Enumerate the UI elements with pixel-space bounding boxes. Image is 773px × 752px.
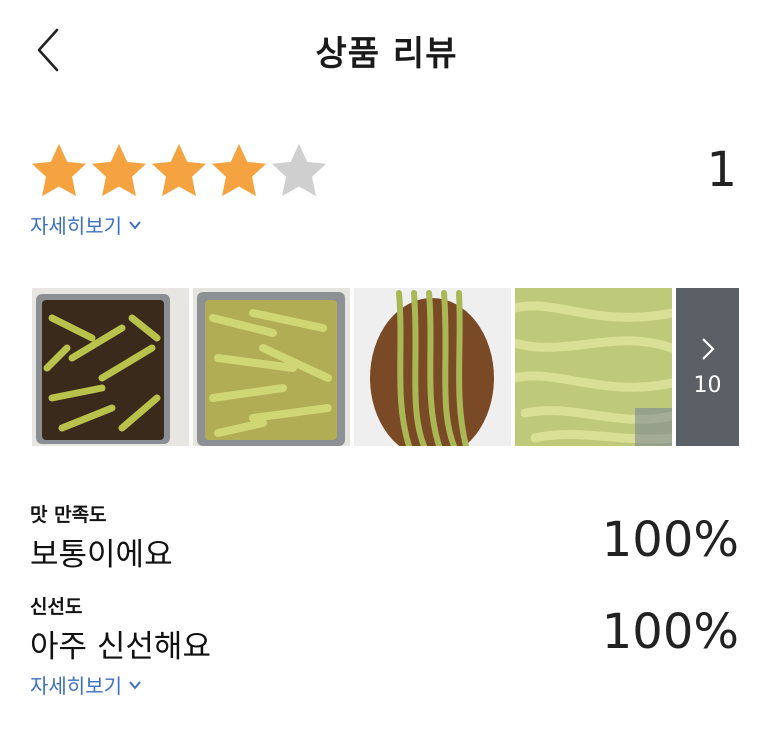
- detail-link-rating[interactable]: 자세히보기: [30, 210, 142, 239]
- more-photos-button[interactable]: 10: [676, 288, 739, 446]
- metric-percent: 100%: [601, 604, 739, 660]
- review-photo[interactable]: [193, 288, 350, 446]
- metric-freshness: 신선도 아주 신선해요 100%: [30, 592, 743, 666]
- chevron-down-icon: [129, 220, 141, 230]
- chevron-right-icon: [701, 337, 715, 360]
- chevron-down-icon: [129, 680, 141, 690]
- app-header: 상품 리뷰: [0, 0, 773, 100]
- star-filled-icon: [151, 143, 207, 197]
- page-title: 상품 리뷰: [315, 34, 458, 74]
- metric-percent: 100%: [601, 512, 739, 568]
- star-filled-icon: [211, 143, 267, 197]
- review-photo[interactable]: [32, 288, 189, 446]
- detail-link-label: 자세히보기: [30, 214, 122, 238]
- more-photos-count: 10: [693, 372, 722, 398]
- detail-link-label: 자세히보기: [30, 674, 122, 698]
- rating-count: 1: [706, 142, 737, 198]
- detail-link-metrics[interactable]: 자세히보기: [30, 670, 142, 699]
- review-photo[interactable]: [515, 288, 672, 446]
- star-rating: [30, 140, 328, 202]
- rating-summary: 1: [30, 140, 743, 210]
- star-filled-icon: [91, 143, 147, 197]
- review-photo-strip: 10: [32, 288, 739, 446]
- star-empty-icon: [271, 143, 327, 197]
- metric-taste: 맛 만족도 보통이에요 100%: [30, 500, 743, 574]
- star-filled-icon: [31, 143, 87, 197]
- review-photo[interactable]: [354, 288, 511, 446]
